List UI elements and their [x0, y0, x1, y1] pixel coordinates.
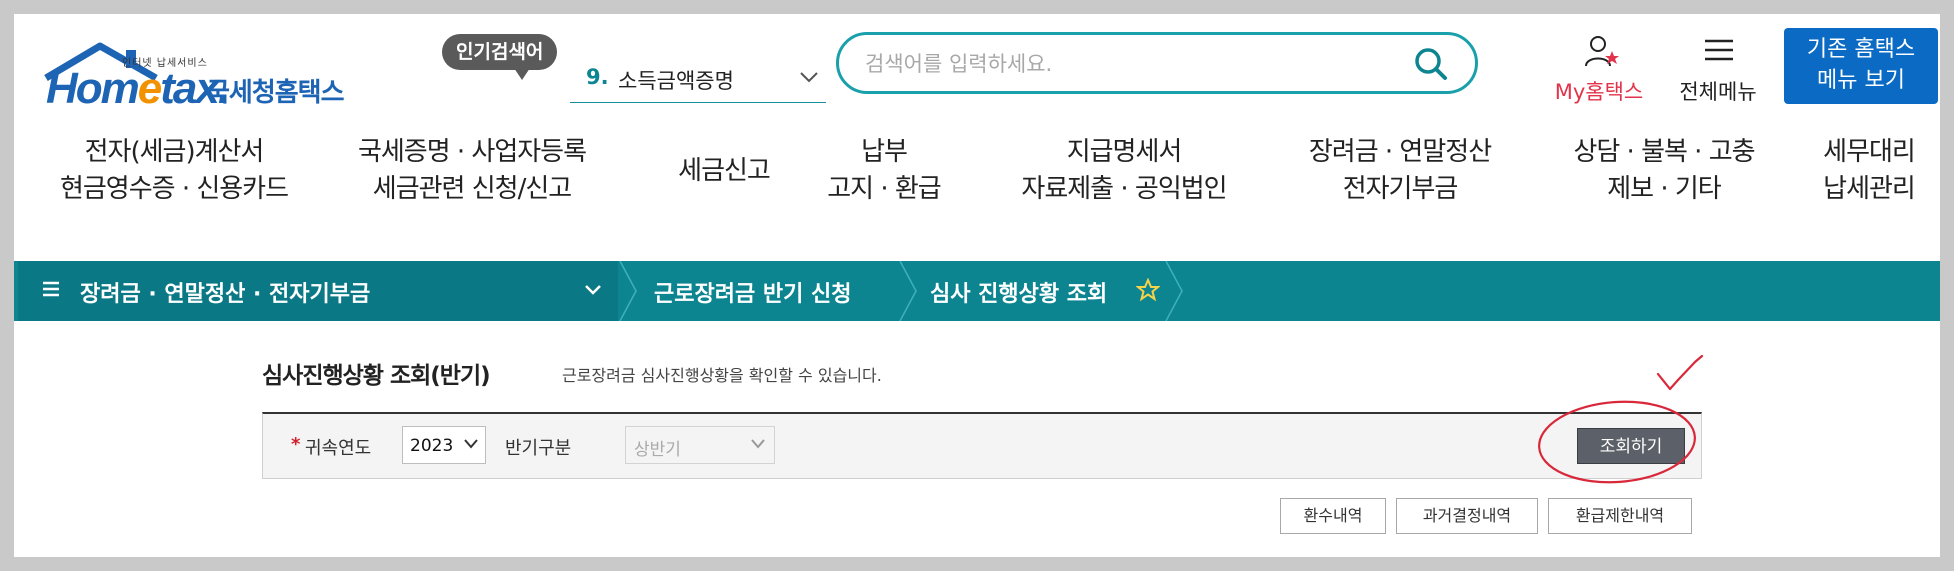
breadcrumb-separator	[619, 261, 637, 321]
chevron-down-icon	[751, 439, 765, 449]
half-value: 상반기	[634, 440, 681, 460]
annotation-checkmark	[1656, 354, 1704, 391]
popular-search-badge: 인기검색어	[442, 34, 558, 80]
past-decision-history-button[interactable]: 과거결정내역	[1396, 498, 1538, 534]
user-star-icon	[1585, 36, 1619, 67]
breadcrumb-level2[interactable]: 근로장려금 반기 신청	[654, 276, 851, 308]
required-mark: *	[291, 434, 301, 455]
half-label: 반기구분	[505, 438, 572, 459]
search-box	[836, 32, 1478, 94]
search-filter-panel: * 귀속연도 2023 반기구분 상반기 조회하기	[262, 412, 1702, 479]
legacy-button-line1: 기존 홈택스	[1806, 37, 1916, 62]
chevron-down-icon	[585, 285, 601, 295]
page-title: 심사진행상황 조회(반기)	[262, 363, 491, 389]
logo-korean-name: 국세청홈택스	[206, 78, 345, 108]
popular-rank: 9.	[586, 65, 609, 89]
popular-search-dropdown[interactable]: 9. 소득금액증명	[570, 58, 826, 103]
search-icon[interactable]	[1413, 46, 1449, 82]
all-menu-label: 전체메뉴	[1679, 80, 1757, 104]
legacy-hometax-button[interactable]: 기존 홈택스 메뉴 보기	[1784, 28, 1938, 104]
nav-tax-filing[interactable]: 세금신고	[654, 122, 794, 220]
breadcrumb-separator	[899, 261, 917, 321]
logo-wordmark: Hometax.	[46, 64, 230, 113]
nav-e-invoice[interactable]: 전자(세금)계산서 현금영수증 · 신용카드	[54, 122, 294, 220]
all-menu-button[interactable]: 전체메뉴	[1668, 34, 1768, 108]
popular-keyword: 소득금액증명	[618, 69, 734, 93]
favorite-star-icon[interactable]	[1136, 278, 1160, 302]
half-select[interactable]: 상반기	[625, 426, 775, 464]
breadcrumb-level3[interactable]: 심사 진행상황 조회	[930, 276, 1107, 308]
nav-payment[interactable]: 납부 고지 · 환급	[814, 122, 954, 220]
breadcrumb-section-label: 장려금 · 연말정산 · 전자기부금	[80, 282, 371, 307]
chevron-down-icon	[800, 72, 818, 83]
refund-restriction-history-button[interactable]: 환급제한내역	[1548, 498, 1692, 534]
hometax-logo[interactable]: 인터넷 납세서비스 Hometax. 국세청홈택스	[26, 26, 366, 121]
list-menu-icon	[43, 281, 59, 297]
nav-payment-statement[interactable]: 지급명세서 자료제출 · 공익법인	[1004, 122, 1244, 220]
legacy-button-line2: 메뉴 보기	[1817, 68, 1905, 93]
nav-incentives[interactable]: 장려금 · 연말정산 전자기부금	[1290, 122, 1510, 220]
recovery-history-button[interactable]: 환수내역	[1280, 498, 1386, 534]
main-nav: 전자(세금)계산서 현금영수증 · 신용카드 국세증명 · 사업자등록 세금관련 신…	[14, 122, 1940, 220]
search-input[interactable]	[863, 45, 1407, 83]
breadcrumb-separator	[1165, 261, 1183, 321]
my-hometax-label: My홈택스	[1554, 80, 1644, 104]
nav-certificates[interactable]: 국세증명 · 사업자등록 세금관련 신청/신고	[352, 122, 592, 220]
my-hometax-button[interactable]: My홈택스	[1544, 34, 1654, 108]
breadcrumb: 장려금 · 연말정산 · 전자기부금 근로장려금 반기 신청 심사 진행상황 조…	[14, 261, 1940, 321]
chevron-down-icon	[464, 439, 478, 449]
nav-consultation[interactable]: 상담 · 불복 · 고충 제보 · 기타	[1554, 122, 1774, 220]
year-select[interactable]: 2023	[402, 426, 486, 464]
year-value: 2023	[410, 436, 454, 456]
year-label: 귀속연도	[305, 438, 372, 459]
page: 인터넷 납세서비스 Hometax. 국세청홈택스 인기검색어 9. 소득금액증…	[14, 14, 1940, 557]
page-description: 근로장려금 심사진행상황을 확인할 수 있습니다.	[562, 366, 882, 385]
search-button[interactable]: 조회하기	[1577, 428, 1685, 464]
breadcrumb-section-dropdown[interactable]: 장려금 · 연말정산 · 전자기부금	[18, 261, 618, 321]
hamburger-menu-icon	[1705, 39, 1733, 61]
nav-tax-agent[interactable]: 세무대리 납세관리	[1804, 122, 1934, 220]
